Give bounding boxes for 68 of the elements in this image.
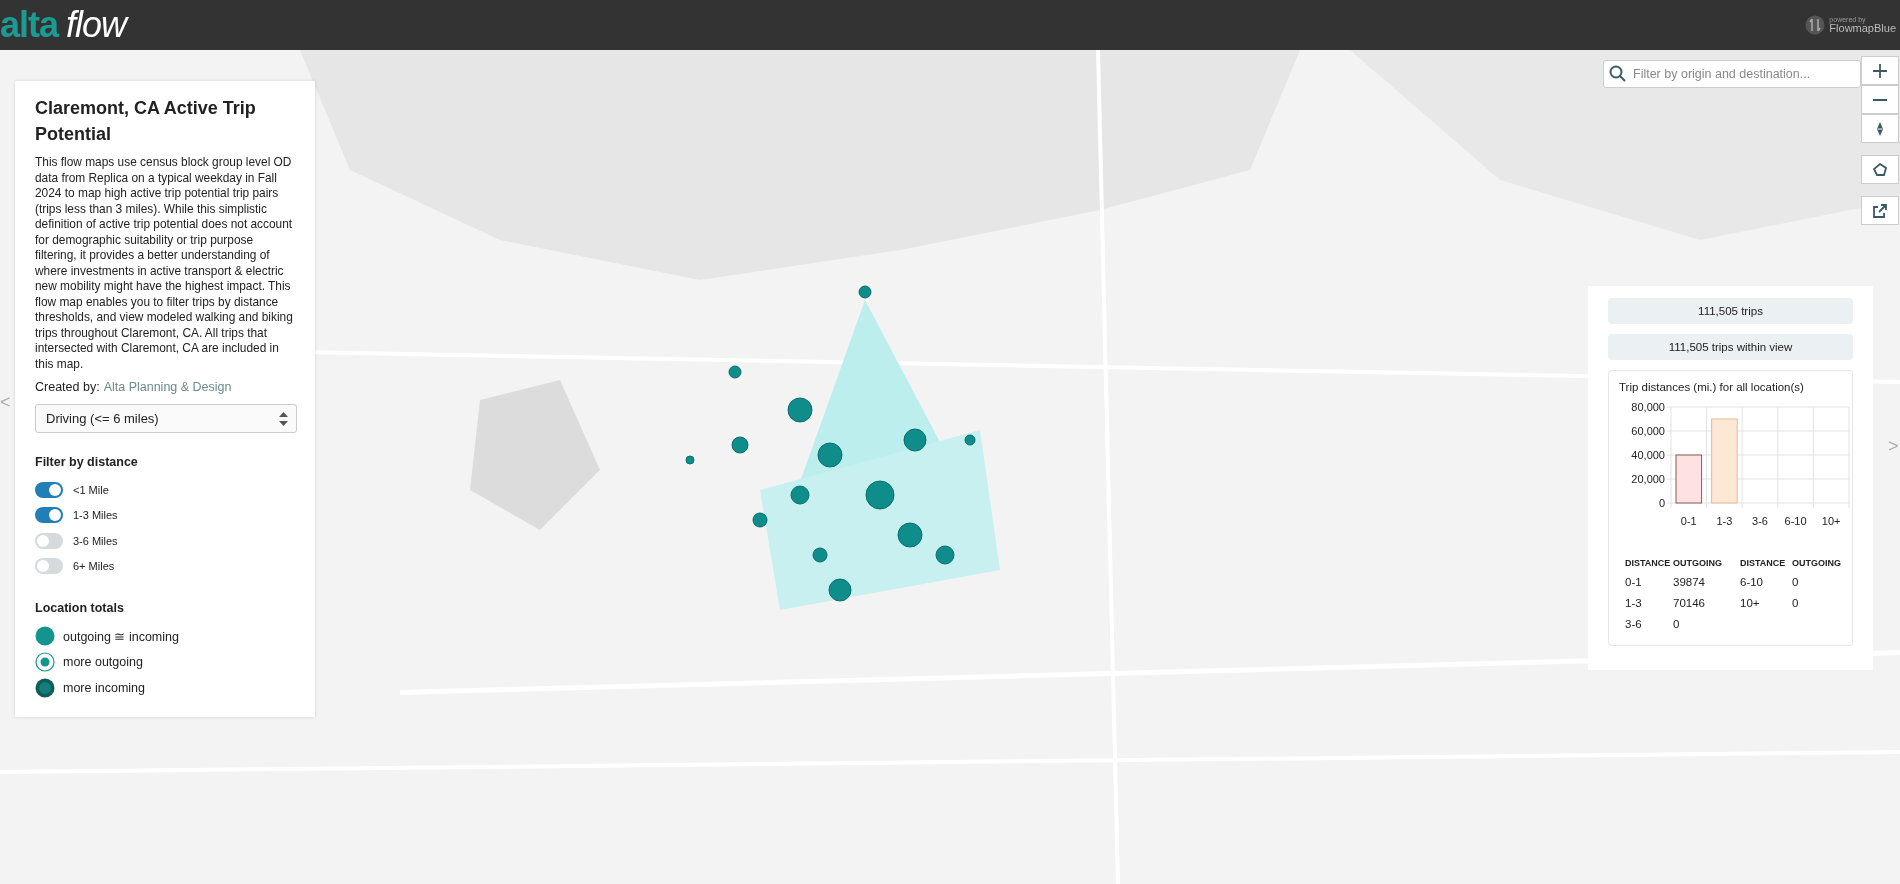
brand-name: FlowmapBlue xyxy=(1829,23,1896,34)
axis-label: 80,000 xyxy=(1631,401,1665,413)
trip-count: 111,505 trips within view xyxy=(1608,334,1853,360)
axis-label: 6-10 xyxy=(1784,515,1807,527)
compass-icon xyxy=(1877,121,1883,136)
plus-icon xyxy=(1873,63,1887,78)
table-cell-text: 3-6 xyxy=(1625,618,1643,632)
trip-count: 111,505 trips xyxy=(1608,298,1853,324)
axis-label: 40,000 xyxy=(1631,449,1665,461)
column-header: DISTANCE xyxy=(1740,558,1787,570)
search-field[interactable]: Filter by origin and destination... xyxy=(1603,60,1861,88)
filter-label: 1-3 Miles xyxy=(73,509,118,522)
table-cell-text: 39874 xyxy=(1673,576,1706,590)
polygon-button[interactable] xyxy=(1861,155,1899,184)
filter-label: 3-6 Miles xyxy=(73,534,118,547)
axis-label: 10+ xyxy=(1821,515,1841,527)
toggle-switch[interactable] xyxy=(35,481,63,498)
table-cell-text: 0 xyxy=(1792,597,1800,611)
table-cell-text: 70146 xyxy=(1673,597,1706,611)
mode-dropdown[interactable]: Driving (<= 6 miles) xyxy=(35,404,297,433)
axis-label: 60,000 xyxy=(1631,425,1665,437)
created-by-label: Created by: xyxy=(35,380,100,394)
polygon-icon xyxy=(1873,163,1887,176)
logo-text: flow xyxy=(66,7,127,43)
legend-label: outgoing ≅ incoming xyxy=(63,628,179,644)
axis-label: 0-1 xyxy=(1680,515,1697,527)
external-link-icon xyxy=(1873,203,1887,218)
panel-title: Claremont, CA Active Trip Potential xyxy=(35,97,257,146)
column-header: OUTGOING xyxy=(1792,558,1842,570)
compass-button[interactable] xyxy=(1861,114,1899,143)
chart-title: Trip distances (mi.) for all location(s) xyxy=(1619,381,1805,393)
filter-label: 6+ Miles xyxy=(73,560,115,573)
legend-circle-icon xyxy=(35,652,55,672)
collapse-button[interactable]: > xyxy=(1888,436,1899,457)
legend-circle-icon xyxy=(35,678,55,698)
collapse-button[interactable]: < xyxy=(0,392,11,413)
logo-text: alta xyxy=(0,7,59,43)
filter-label: <1 Mile xyxy=(73,483,109,496)
column-header: DISTANCE xyxy=(1625,558,1672,570)
legend-label: more incoming xyxy=(63,681,145,695)
table-cell-text: 6-10 xyxy=(1740,576,1765,590)
section-title: Filter by distance xyxy=(35,455,139,469)
table-cell-text: 10+ xyxy=(1740,597,1761,611)
axis-label: 3-6 xyxy=(1752,515,1768,527)
axis-label: 20,000 xyxy=(1631,473,1665,485)
table-cell-text: 0-1 xyxy=(1625,576,1643,590)
legend-label: more outgoing xyxy=(63,655,143,669)
zoom-out-button[interactable] xyxy=(1861,85,1899,114)
toggle-switch[interactable] xyxy=(35,532,63,549)
chart-bar xyxy=(1675,454,1703,504)
toggle-switch[interactable] xyxy=(35,558,63,575)
author-link[interactable]: Alta Planning & Design xyxy=(103,380,232,394)
legend-circle-icon xyxy=(35,626,55,646)
flow-arrows-icon xyxy=(1805,15,1826,35)
section-title: Location totals xyxy=(35,601,125,615)
share-button[interactable] xyxy=(1861,196,1899,225)
minus-icon xyxy=(1873,98,1887,101)
column-header: OUTGOING xyxy=(1673,558,1723,570)
axis-label: 1-3 xyxy=(1716,515,1733,527)
table-cell-text: 1-3 xyxy=(1625,597,1643,611)
table-cell-text: 0 xyxy=(1673,618,1681,632)
axis-label: 0 xyxy=(1658,497,1665,509)
search-icon xyxy=(1609,65,1626,82)
sort-arrows-icon xyxy=(279,411,288,426)
table-cell-text: 0 xyxy=(1792,576,1800,590)
toggle-switch[interactable] xyxy=(35,507,63,524)
description-text: This flow maps use census block group level OD data from Replica on a typical weekday in Fall 2024 to map high active trip potential trip pairs (trips less than 3 miles). While this simplistic definition of active trip potential does not account for demographic suitability or trip purpose filtering, it provides a better understanding of where investments in active transport & electric new mobility might have the highest impact. This flow map enables you to filter trips by distance thresholds, and view modeled walking and biking trips throughout Claremont, CA. All trips that intersected with Claremont, CA are included in this map. xyxy=(35,155,294,372)
zoom-in-button[interactable] xyxy=(1861,56,1899,85)
